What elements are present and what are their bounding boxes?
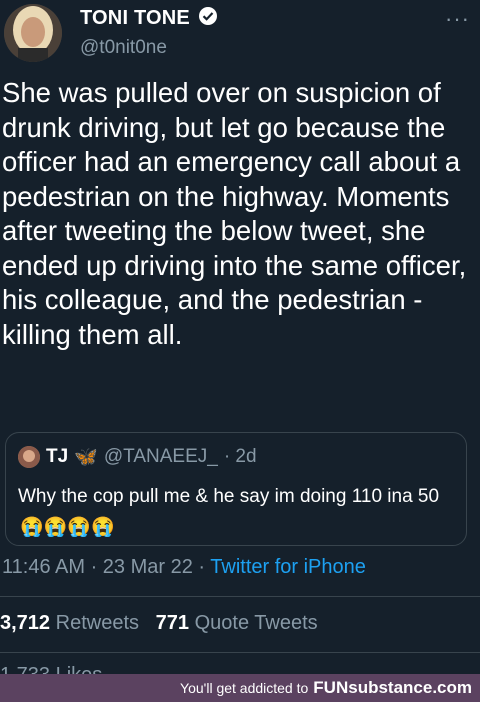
tweet-timestamp[interactable]: 11:46 AM · 23 Mar 22 ·: [2, 556, 210, 578]
author-handle[interactable]: @t0nit0ne: [80, 37, 167, 59]
divider: [0, 652, 480, 653]
author-avatar[interactable]: [4, 4, 62, 62]
butterfly-emoji-icon: 🦋: [74, 447, 98, 468]
verified-badge-icon: [198, 6, 218, 31]
crying-emoji-icons: 😭😭😭😭: [20, 517, 115, 538]
quoted-tweet[interactable]: TJ 🦋 @TANAEEJ_ · 2d Why the cop pull me …: [5, 432, 467, 546]
retweets-count: 3,712: [0, 612, 51, 634]
quoted-avatar: [18, 446, 40, 468]
quoted-handle: @TANAEEJ_: [103, 446, 218, 467]
tweet-meta: 11:46 AM · 23 Mar 22 · Twitter for iPhon…: [2, 556, 366, 579]
quotes-label: Quote Tweets: [194, 612, 318, 634]
watermark-text: You'll get addicted to: [180, 680, 309, 696]
tweet-text: She was pulled over on suspicion of drun…: [2, 77, 467, 350]
quoted-text: Why the cop pull me & he say im doing 11…: [18, 483, 458, 541]
retweets-stat[interactable]: 3,712 Retweets: [0, 612, 139, 634]
quoted-text-body: Why the cop pull me & he say im doing 11…: [18, 486, 440, 507]
retweets-label: Retweets: [55, 612, 139, 634]
tweet-stats: 3,712 Retweets 771 Quote Tweets: [0, 612, 318, 635]
quotes-count: 771: [155, 612, 190, 634]
quoted-name: TJ: [46, 446, 69, 467]
more-dots-icon[interactable]: ···: [445, 6, 470, 32]
watermark-brand: FUNsubstance.com: [313, 678, 472, 697]
author-display-name[interactable]: TONI TONE: [80, 7, 190, 30]
watermark-banner: You'll get addicted to FUNsubstance.com: [0, 674, 480, 702]
quotes-stat[interactable]: 771 Quote Tweets: [156, 612, 318, 634]
tweet-source[interactable]: Twitter for iPhone: [210, 556, 366, 578]
quoted-age: · 2d: [223, 446, 257, 467]
divider: [0, 596, 480, 597]
